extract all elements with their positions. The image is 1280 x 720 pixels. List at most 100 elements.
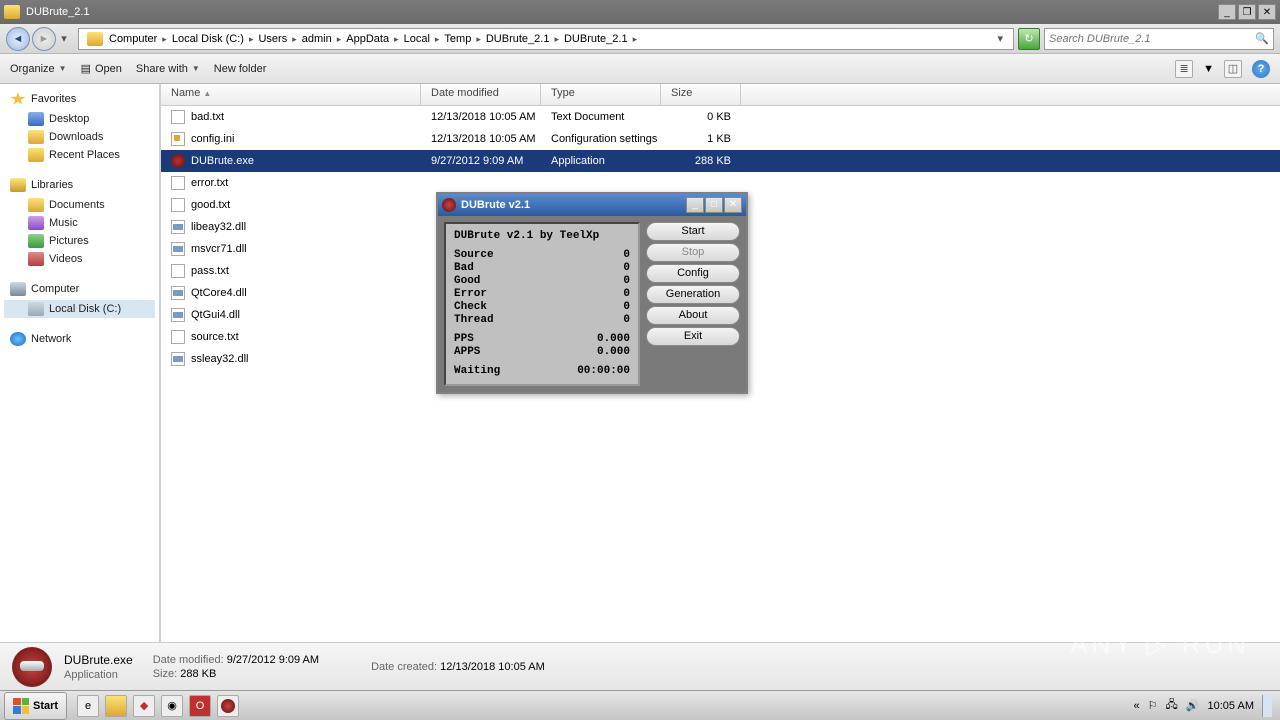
address-bar[interactable]: Computer▸Local Disk (C:)▸Users▸admin▸App… [78,28,1014,50]
tray-clock[interactable]: 10:05 AM [1208,700,1254,712]
taskbar-ie-icon[interactable]: e [77,695,99,717]
sidebar-item-documents[interactable]: Documents [4,196,155,214]
forward-button[interactable]: ► [32,27,56,51]
chevron-right-icon[interactable]: ▸ [473,34,484,44]
taskbar-dubrute-icon[interactable] [217,695,239,717]
network-head[interactable]: Network [4,330,155,350]
show-desktop[interactable] [1262,695,1272,717]
computer-head[interactable]: Computer [4,280,155,300]
generation-button[interactable]: Generation [646,285,740,304]
file-name: libeay32.dll [191,221,246,233]
sidebar-item-music[interactable]: Music [4,214,155,232]
app-minimize-button[interactable]: _ [686,197,704,213]
search-icon[interactable]: 🔍 [1255,32,1269,45]
star-icon [10,92,26,106]
new-folder-button[interactable]: New folder [214,63,267,75]
breadcrumb[interactable]: Temp [442,33,473,45]
organize-button[interactable]: Organize▼ [10,63,67,75]
col-date[interactable]: Date modified [421,84,541,105]
sidebar-item-pictures[interactable]: Pictures [4,232,155,250]
breadcrumb[interactable]: AppData [344,33,391,45]
close-button[interactable]: ✕ [1258,4,1276,20]
sidebar-item-desktop[interactable]: Desktop [4,110,155,128]
system-tray: « ⚐ 🖧 🔊 10:05 AM [1126,695,1280,717]
start-button[interactable]: Start [646,222,740,241]
taskbar-explorer-icon[interactable] [105,695,127,717]
sidebar-item-recent[interactable]: Recent Places [4,146,155,164]
file-row[interactable]: bad.txt 12/13/2018 10:05 AM Text Documen… [161,106,1280,128]
sidebar-item-downloads[interactable]: Downloads [4,128,155,146]
chevron-right-icon[interactable]: ▸ [630,34,641,44]
address-dropdown[interactable]: ▾ [991,32,1009,45]
app-close-button[interactable]: ✕ [724,197,742,213]
col-size[interactable]: Size [661,84,741,105]
tray-volume-icon[interactable]: 🔊 [1186,699,1200,712]
view-button[interactable]: ≣ [1175,60,1193,78]
file-icon [171,132,185,146]
taskbar-app-icon[interactable]: ◆ [133,695,155,717]
breadcrumb[interactable]: admin [300,33,334,45]
favorites-head[interactable]: Favorites [4,90,155,110]
libraries-head[interactable]: Libraries [4,176,155,196]
col-type[interactable]: Type [541,84,661,105]
chevron-right-icon[interactable]: ▸ [159,34,170,44]
chevron-right-icon[interactable]: ▸ [391,34,402,44]
taskbar-opera-icon[interactable]: O [189,695,211,717]
view-dropdown[interactable]: ▼ [1203,63,1214,75]
minimize-button[interactable]: _ [1218,4,1236,20]
folder-icon [28,130,44,144]
folder-icon [28,198,44,212]
chevron-right-icon[interactable]: ▸ [246,34,257,44]
folder-icon [87,32,103,46]
chevron-right-icon[interactable]: ▸ [432,34,443,44]
col-name[interactable]: Name ▲ [161,84,421,105]
file-icon [171,220,185,234]
share-button[interactable]: Share with▼ [136,63,200,75]
tray-network-icon[interactable]: 🖧 [1166,696,1178,715]
breadcrumb[interactable]: Computer [107,33,159,45]
config-button[interactable]: Config [646,264,740,283]
dubrute-titlebar[interactable]: DUBrute v2.1 _ □ ✕ [438,194,746,216]
breadcrumb[interactable]: DUBrute_2.1 [484,33,552,45]
exe-icon [12,647,52,687]
file-icon [171,352,185,366]
tray-flag-icon[interactable]: ⚐ [1148,699,1158,712]
chevron-right-icon[interactable]: ▸ [289,34,300,44]
search-input[interactable] [1049,33,1255,45]
maximize-button[interactable]: ❐ [1238,4,1256,20]
column-headers: Name ▲ Date modified Type Size [161,84,1280,106]
file-row[interactable]: error.txt [161,172,1280,194]
app-maximize-button[interactable]: □ [705,197,723,213]
chevron-right-icon[interactable]: ▸ [551,34,562,44]
exit-button[interactable]: Exit [646,327,740,346]
dubrute-window[interactable]: DUBrute v2.1 _ □ ✕ DUBrute v2.1 by TeelX… [436,192,748,394]
file-name: good.txt [191,199,230,211]
picture-icon [28,234,44,248]
sidebar-item-videos[interactable]: Videos [4,250,155,268]
file-row[interactable]: config.ini 12/13/2018 10:05 AM Configura… [161,128,1280,150]
file-name: bad.txt [191,111,224,123]
preview-pane-button[interactable]: ◫ [1224,60,1242,78]
breadcrumb[interactable]: DUBrute_2.1 [562,33,630,45]
history-dropdown[interactable]: ▾ [58,32,70,45]
file-name: QtGui4.dll [191,309,240,321]
breadcrumb[interactable]: Local Disk (C:) [170,33,246,45]
tray-chevron-icon[interactable]: « [1134,700,1140,712]
file-name: QtCore4.dll [191,287,247,299]
stop-button[interactable]: Stop [646,243,740,262]
start-button[interactable]: Start [4,692,67,720]
refresh-button[interactable]: ↻ [1018,28,1040,50]
chevron-right-icon[interactable]: ▸ [334,34,345,44]
breadcrumb[interactable]: Users [256,33,289,45]
file-row[interactable]: DUBrute.exe 9/27/2012 9:09 AM Applicatio… [161,150,1280,172]
open-button[interactable]: ▤Open [81,62,122,75]
taskbar: Start e ◆ ◉ O « ⚐ 🖧 🔊 10:05 AM [0,690,1280,720]
file-name: DUBrute.exe [191,155,254,167]
about-button[interactable]: About [646,306,740,325]
breadcrumb[interactable]: Local [402,33,432,45]
sidebar-item-local-disk[interactable]: Local Disk (C:) [4,300,155,318]
taskbar-chrome-icon[interactable]: ◉ [161,695,183,717]
back-button[interactable]: ◄ [6,27,30,51]
help-icon[interactable]: ? [1252,60,1270,78]
search-box[interactable]: 🔍 [1044,28,1274,50]
